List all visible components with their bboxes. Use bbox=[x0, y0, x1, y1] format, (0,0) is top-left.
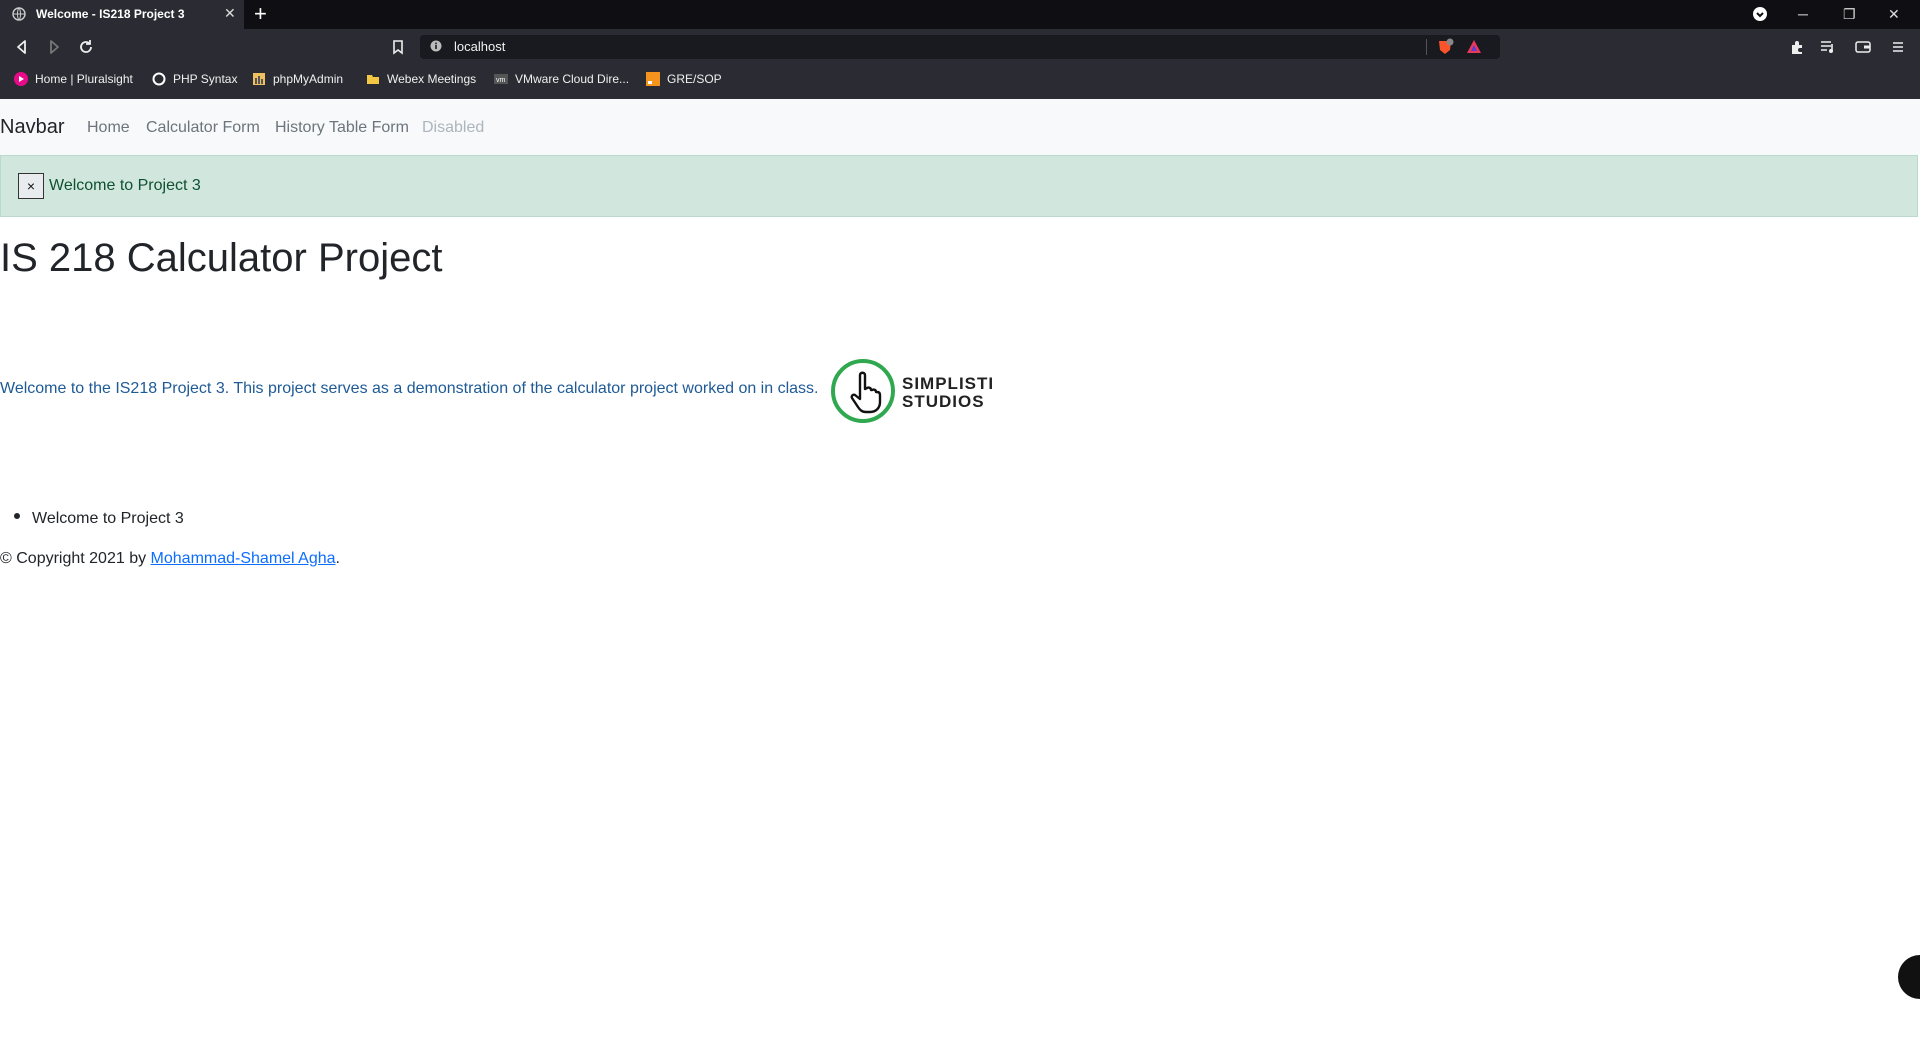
brave-rewards-icon[interactable] bbox=[1466, 39, 1482, 55]
address-bar[interactable]: localhost bbox=[420, 35, 1500, 59]
bookmark-phpmyadmin[interactable]: phpMyAdmin bbox=[252, 65, 343, 95]
bookmark-webex[interactable]: Webex Meetings bbox=[366, 65, 476, 95]
nav-link-calculator-form[interactable]: Calculator Form bbox=[146, 119, 260, 137]
list-bullet bbox=[14, 513, 20, 519]
reload-icon[interactable] bbox=[76, 37, 96, 57]
minimize-button[interactable]: ─ bbox=[1798, 0, 1808, 29]
tab-close-icon[interactable]: ✕ bbox=[224, 5, 236, 22]
browser-toolbar: localhost bbox=[0, 29, 1920, 65]
bookmarks-bar: Home | Pluralsight PHP Syntax phpMyAdmin… bbox=[0, 65, 1920, 99]
simplisti-studios-logo: SIMPLISTI STUDIOS bbox=[831, 359, 994, 423]
brave-lion-icon[interactable] bbox=[1436, 38, 1454, 56]
page-title: IS 218 Calculator Project bbox=[0, 236, 443, 280]
menu-icon[interactable] bbox=[1890, 39, 1906, 55]
bookmark-label: GRE/SOP bbox=[667, 72, 722, 86]
list-item: Welcome to Project 3 bbox=[32, 510, 184, 527]
phpmyadmin-icon bbox=[253, 72, 265, 85]
back-arrow-icon[interactable] bbox=[12, 37, 32, 57]
new-tab-button[interactable]: + bbox=[254, 2, 267, 26]
bookmark-label: VMware Cloud Dire... bbox=[515, 72, 630, 86]
copyright-footer: © Copyright 2021 by Mohammad-Shamel Agha… bbox=[0, 550, 340, 568]
bookmark-label: Webex Meetings bbox=[387, 72, 477, 86]
browser-tab-active[interactable]: Welcome - IS218 Project 3 ✕ bbox=[0, 0, 244, 29]
circle-icon bbox=[152, 72, 166, 86]
alert-message: Welcome to Project 3 bbox=[49, 177, 201, 194]
bookmark-php-syntax[interactable]: PHP Syntax bbox=[152, 65, 237, 95]
bookmark-label: phpMyAdmin bbox=[273, 72, 344, 86]
playlist-icon[interactable] bbox=[1820, 39, 1836, 55]
nav-link-home[interactable]: Home bbox=[87, 119, 130, 137]
tab-title: Welcome - IS218 Project 3 bbox=[36, 7, 185, 21]
forward-arrow-icon[interactable] bbox=[44, 37, 64, 57]
nav-link-disabled: Disabled bbox=[422, 119, 485, 136]
bookmark-gre-sop[interactable]: GRE/SOP bbox=[646, 65, 722, 95]
pluralsight-icon bbox=[14, 71, 28, 86]
url-divider bbox=[1426, 39, 1427, 55]
nav-link-history-table-form[interactable]: History Table Form bbox=[275, 119, 409, 137]
globe-icon bbox=[12, 7, 26, 21]
copyright-suffix: . bbox=[335, 550, 340, 567]
navbar-brand[interactable]: Navbar bbox=[0, 116, 64, 139]
url-text[interactable]: localhost bbox=[454, 39, 505, 54]
welcome-alert: × Welcome to Project 3 bbox=[0, 155, 1918, 217]
alert-close-button[interactable]: × bbox=[18, 173, 44, 199]
intro-text: Welcome to the IS218 Project 3. This pro… bbox=[0, 380, 819, 397]
wallet-icon[interactable] bbox=[1855, 39, 1871, 55]
brave-shields-icon[interactable] bbox=[1752, 6, 1768, 22]
restore-button[interactable]: ❐ bbox=[1843, 0, 1856, 29]
close-window-button[interactable]: ✕ bbox=[1888, 0, 1900, 29]
vmware-icon: vm bbox=[494, 73, 508, 84]
extensions-icon[interactable] bbox=[1789, 39, 1805, 55]
svg-text:vm: vm bbox=[496, 77, 506, 84]
bookmark-orange-icon bbox=[646, 71, 660, 86]
site-navbar: Navbar Home Calculator Form History Tabl… bbox=[0, 99, 1920, 155]
bookmark-page-icon[interactable] bbox=[388, 37, 408, 57]
bookmark-pluralsight[interactable]: Home | Pluralsight bbox=[14, 65, 133, 95]
copyright-prefix: © Copyright 2021 by bbox=[0, 550, 151, 567]
info-icon[interactable] bbox=[430, 40, 442, 52]
bookmark-label: Home | Pluralsight bbox=[35, 72, 133, 86]
folder-icon bbox=[367, 74, 379, 84]
bookmark-vmware[interactable]: vm VMware Cloud Dire... bbox=[494, 65, 629, 95]
floating-chat-button[interactable] bbox=[1898, 955, 1920, 999]
logo-line1: SIMPLISTI bbox=[902, 374, 994, 393]
author-link[interactable]: Mohammad-Shamel Agha bbox=[151, 550, 336, 567]
browser-tab-strip: Welcome - IS218 Project 3 ✕ + ─ ❐ ✕ bbox=[0, 0, 1920, 29]
bookmark-label: PHP Syntax bbox=[173, 72, 238, 86]
logo-line2: STUDIOS bbox=[902, 392, 985, 411]
